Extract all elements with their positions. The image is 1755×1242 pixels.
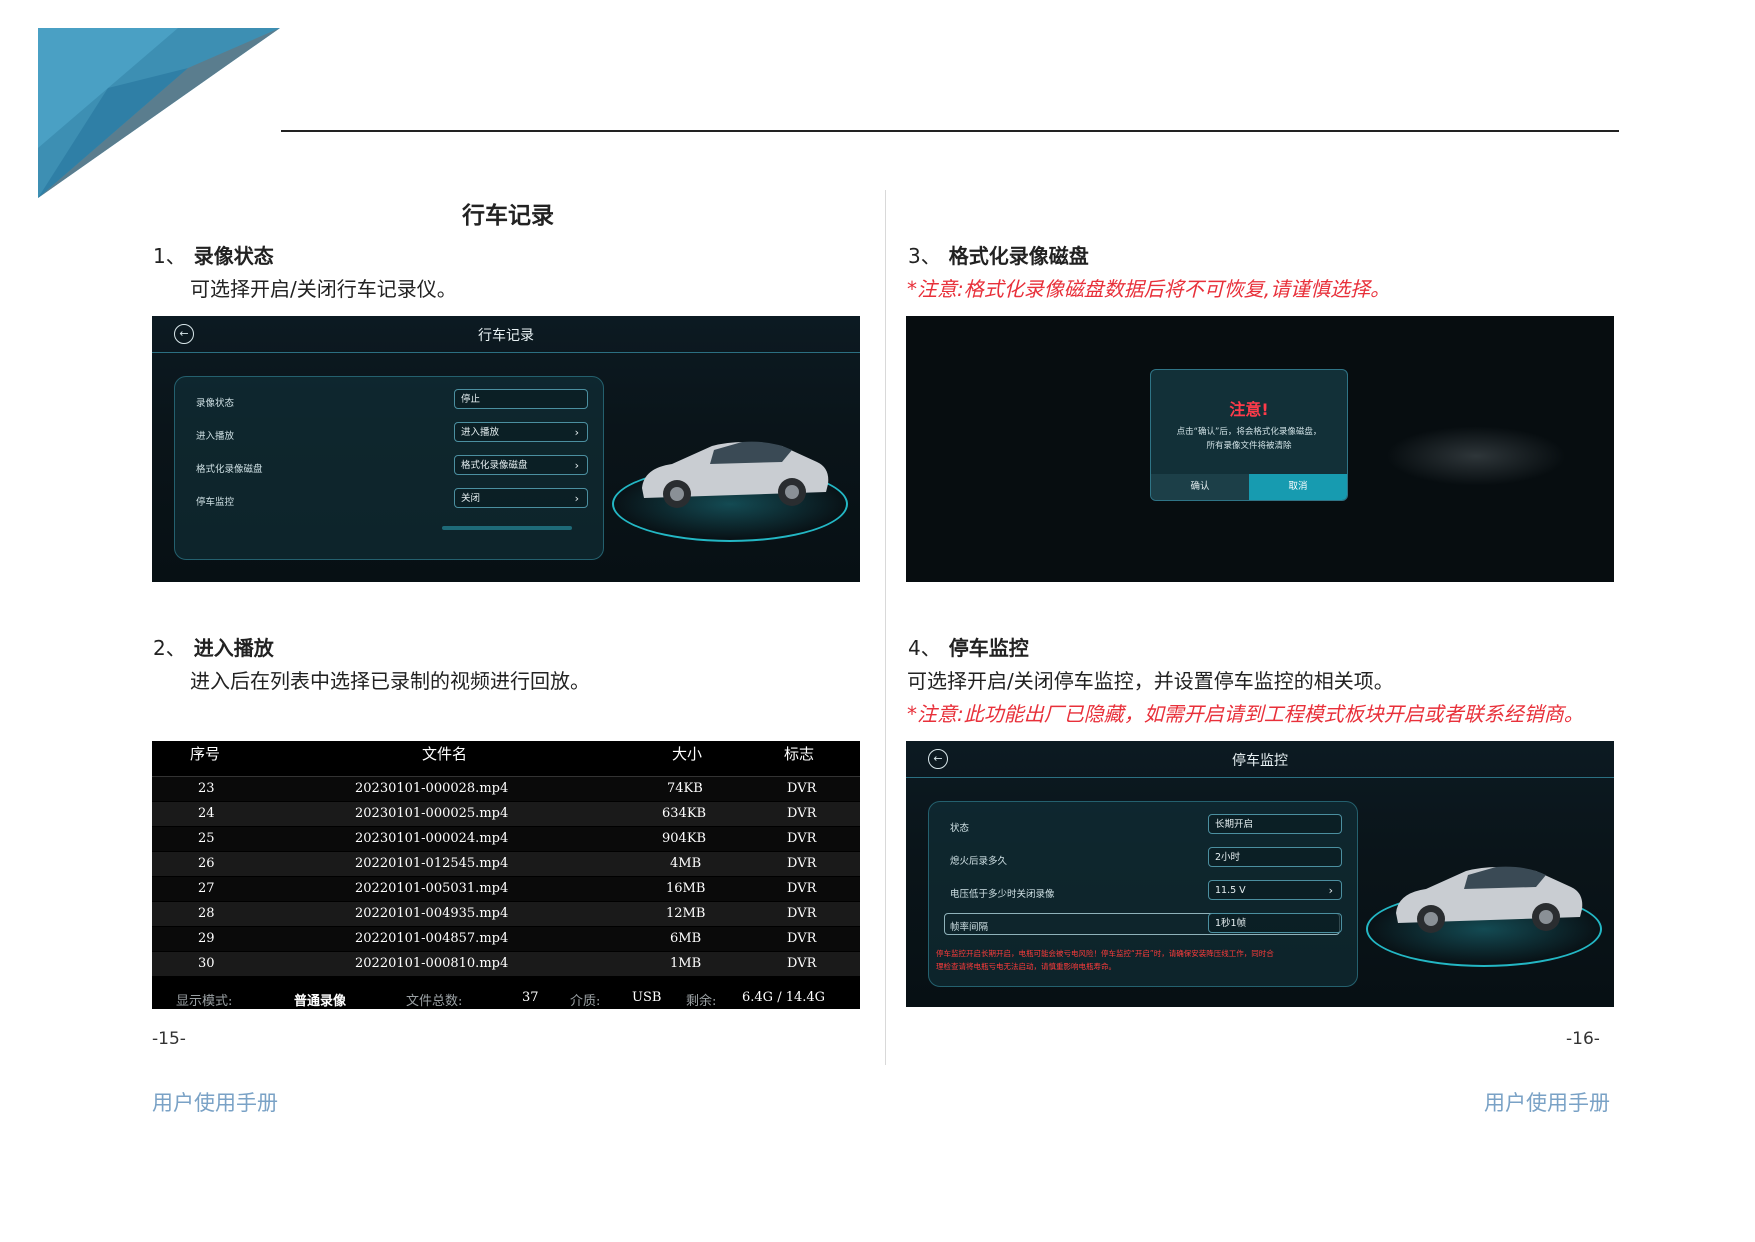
section-4-heading: 4、 停车监控: [908, 636, 1029, 660]
col-header-index: 序号: [190, 745, 221, 763]
page-title: 行车记录: [462, 203, 554, 229]
col-header-filename: 文件名: [422, 745, 468, 763]
table-status-bar: 显示模式: 普通录像 文件总数: 37 介质: USB 剩余: 6.4G / 1…: [152, 989, 860, 1009]
dialog-title: 注意!: [1229, 400, 1269, 419]
row-label-playback: 进入播放: [196, 431, 235, 442]
screen-format-dialog: 注意! 点击“确认”后，将会格式化录像磁盘， 所有录像文件将被清除 确认 取消: [906, 316, 1614, 582]
screen1-title: 行车记录: [478, 328, 534, 344]
screen-parking-monitor: ← 停车监控 状态 长期开启 熄火后录多久 2小时 电压低于多少时关闭录像 11…: [906, 741, 1614, 1007]
parking-warning-note: 停车监控开启长期开启，电瓶可能会被亏电风险！停车监控“开启”时，请确保安装降压线…: [936, 949, 1274, 971]
playback-button[interactable]: 进入播放 ›: [454, 422, 588, 442]
cancel-button[interactable]: 取消: [1249, 474, 1347, 500]
column-divider: [885, 190, 886, 1065]
frame-rate-value[interactable]: 1秒1帧: [1208, 913, 1342, 933]
record-duration-value[interactable]: 2小时: [1208, 847, 1342, 867]
record-status-value[interactable]: 停止: [454, 389, 588, 409]
table-row[interactable]: 24 20230101-000025.mp4 634KB DVR: [152, 802, 860, 826]
table-row[interactable]: 25 20230101-000024.mp4 904KB DVR: [152, 827, 860, 851]
section-2-heading: 2、 进入播放: [153, 636, 274, 660]
scroll-indicator: [442, 526, 572, 530]
voltage-value[interactable]: 11.5 V ›: [1208, 880, 1342, 900]
row-label-status: 状态: [950, 823, 970, 834]
chevron-right-icon: ›: [574, 459, 579, 472]
dialog-message: 点击“确认”后，将会格式化录像磁盘， 所有录像文件将被清除: [1176, 427, 1322, 451]
section-4-desc: 可选择开启/关闭停车监控，并设置停车监控的相关项。: [907, 669, 1394, 693]
file-total-value: 37: [522, 990, 539, 1005]
chevron-right-icon: ›: [574, 426, 579, 439]
screen4-title: 停车监控: [1232, 753, 1288, 769]
partial-row-top: [152, 764, 860, 777]
chevron-right-icon: ›: [574, 492, 579, 505]
page-number-right: -16-: [1566, 1029, 1600, 1049]
format-button[interactable]: 格式化录像磁盘 ›: [454, 455, 588, 475]
screen1-header: ← 行车记录: [152, 316, 860, 353]
status-value[interactable]: 长期开启: [1208, 814, 1342, 834]
footer-right: 用户使用手册: [1484, 1091, 1610, 1115]
file-list-table: 序号 文件名 大小 标志 23 20230101-000028.mp4 74KB DV…: [152, 741, 860, 1009]
header-rule: [281, 130, 1619, 132]
table-row[interactable]: 30 20220101-000810.mp4 1MB DVR: [152, 952, 860, 976]
remaining-value: 6.4G / 14.4G: [742, 990, 826, 1005]
section-1-desc: 可选择开启/关闭行车记录仪。: [190, 277, 457, 301]
col-header-size: 大小: [672, 745, 703, 763]
row-label-frame-rate: 帧率间隔: [950, 922, 989, 933]
chevron-right-icon: ›: [1328, 884, 1333, 897]
media-value: USB: [632, 990, 662, 1005]
table-header: 序号 文件名 大小 标志: [152, 741, 860, 765]
section-1-heading: 1、 录像状态: [153, 244, 274, 268]
row-label-format: 格式化录像磁盘: [196, 464, 263, 475]
section-4-warning: *注意:此功能出厂已隐藏，如需开启请到工程模式板块开启或者联系经销商。: [907, 702, 1584, 726]
car-icon: [1396, 866, 1583, 933]
table-row[interactable]: 28 20220101-004935.mp4 12MB DVR: [152, 902, 860, 926]
table-row[interactable]: 26 20220101-012545.mp4 4MB DVR: [152, 852, 860, 876]
page-number-left: -15-: [152, 1029, 186, 1049]
row-label-parking: 停车监控: [196, 497, 235, 508]
section-3-warning: *注意:格式化录像磁盘数据后将不可恢复,请谨慎选择。: [907, 277, 1391, 301]
screen4-header: ← 停车监控: [906, 741, 1614, 778]
section-3-heading: 3、 格式化录像磁盘: [908, 244, 1089, 268]
blurred-car: [1386, 426, 1566, 486]
format-confirm-dialog: 注意! 点击“确认”后，将会格式化录像磁盘， 所有录像文件将被清除 确认 取消: [1150, 369, 1348, 501]
confirm-button[interactable]: 确认: [1151, 474, 1249, 500]
section-2-desc: 进入后在列表中选择已录制的视频进行回放。: [190, 669, 590, 693]
row-label-record-status: 录像状态: [196, 398, 235, 409]
parking-monitor-button[interactable]: 关闭 ›: [454, 488, 588, 508]
screen-dvr-settings: ← 行车记录 录像状态 停止 进入播放 进入播放 › 格式化录像磁盘 格式化录像磁…: [152, 316, 860, 582]
table-row[interactable]: 23 20230101-000028.mp4 74KB DVR: [152, 777, 860, 801]
car-icon: [642, 441, 829, 508]
footer-left: 用户使用手册: [152, 1091, 278, 1115]
table-row[interactable]: 27 20220101-005031.mp4 16MB DVR: [152, 877, 860, 901]
corner-decoration: [38, 28, 280, 198]
table-row[interactable]: 29 20220101-004857.mp4 6MB DVR: [152, 927, 860, 951]
display-mode-value: 普通录像: [294, 994, 347, 1009]
row-label-record-duration: 熄火后录多久: [950, 856, 1008, 867]
row-label-voltage: 电压低于多少时关闭录像: [950, 889, 1055, 900]
col-header-flag: 标志: [784, 745, 815, 763]
